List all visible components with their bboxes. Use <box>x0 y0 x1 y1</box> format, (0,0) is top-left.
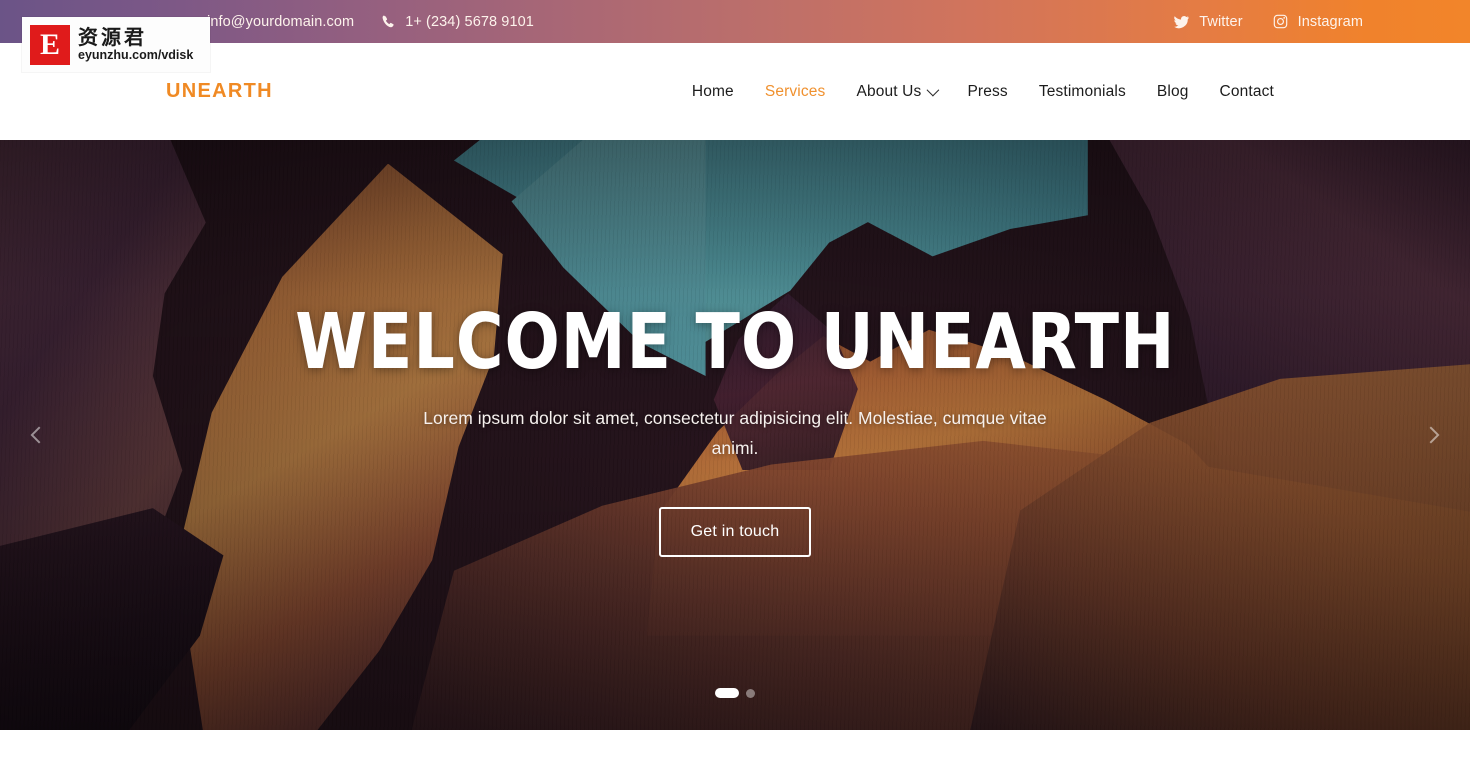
hero-carousel: Welcome to Unearth Lorem ipsum dolor sit… <box>0 140 1470 730</box>
chevron-left-icon <box>30 426 48 444</box>
watermark-url: eyunzhu.com/vdisk <box>78 47 194 62</box>
watermark-chinese-text: 资源君 <box>78 24 147 49</box>
phone-icon <box>380 14 396 30</box>
watermark-overlay: E 资源君 eyunzhu.com/vdisk <box>22 17 210 72</box>
primary-nav: Home Services About Us Press Testimonial… <box>692 83 1274 101</box>
get-in-touch-button[interactable]: Get in touch <box>658 507 812 558</box>
phone-link[interactable]: 1+ (234) 5678 9101 <box>380 14 534 30</box>
nav-item-about-us[interactable]: About Us <box>856 82 940 101</box>
nav-item-blog[interactable]: Blog <box>1157 83 1189 101</box>
hero-content: Welcome to Unearth Lorem ipsum dolor sit… <box>0 140 1470 730</box>
social-link-instagram[interactable]: Instagram <box>1273 14 1363 30</box>
nav-item-testimonials[interactable]: Testimonials <box>1039 83 1126 101</box>
nav-item-press[interactable]: Press <box>967 83 1007 101</box>
watermark-text-group: 资源君 eyunzhu.com/vdisk <box>78 24 194 63</box>
nav-item-contact[interactable]: Contact <box>1220 83 1274 101</box>
nav-item-services[interactable]: Services <box>765 83 826 101</box>
top-contact-bar: info@yourdomain.com 1+ (234) 5678 9101 T… <box>0 0 1470 43</box>
chevron-down-icon <box>926 83 940 97</box>
nav-item-home[interactable]: Home <box>692 83 734 101</box>
carousel-next-button[interactable] <box>1414 418 1448 452</box>
main-navbar: UNEARTH Home Services About Us Press Tes… <box>0 43 1470 140</box>
carousel-dot-1[interactable] <box>715 688 739 698</box>
social-label-twitter: Twitter <box>1199 13 1243 30</box>
social-link-twitter[interactable]: Twitter <box>1174 13 1243 30</box>
hero-heading: Welcome to Unearth <box>294 298 1176 387</box>
topbar-social-group: Twitter Instagram <box>1174 14 1363 30</box>
chevron-right-icon <box>1422 426 1440 444</box>
social-label-instagram: Instagram <box>1297 13 1363 30</box>
nav-item-about-us-label: About Us <box>856 82 922 100</box>
carousel-prev-button[interactable] <box>22 418 56 452</box>
phone-text: 1+ (234) 5678 9101 <box>405 13 534 30</box>
carousel-pagination <box>0 688 1470 698</box>
twitter-icon <box>1174 14 1190 30</box>
hero-subheading: Lorem ipsum dolor sit amet, consectetur … <box>423 408 1047 459</box>
watermark-logo-icon: E <box>30 24 70 65</box>
site-logo[interactable]: UNEARTH <box>166 80 273 103</box>
email-text: info@yourdomain.com <box>207 13 355 30</box>
watermark-logo-letter: E <box>39 27 60 61</box>
carousel-dot-2[interactable] <box>746 688 755 698</box>
instagram-icon <box>1273 14 1289 30</box>
topbar-contact-group: info@yourdomain.com 1+ (234) 5678 9101 <box>182 14 534 30</box>
